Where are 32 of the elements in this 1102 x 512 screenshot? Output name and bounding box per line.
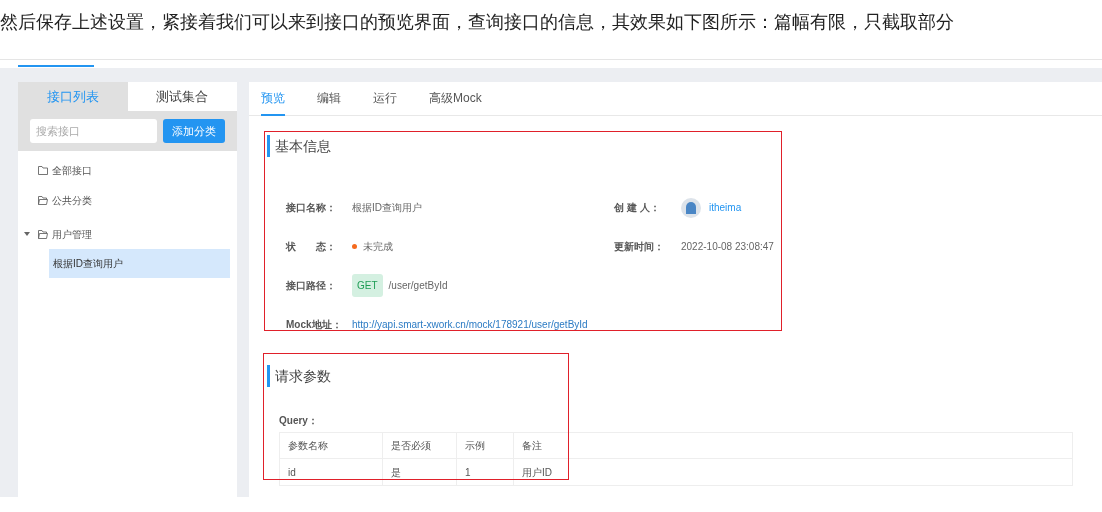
table-cell: 是 (383, 459, 457, 485)
column-header: 备注 (521, 439, 543, 453)
section-title: 基本信息 (275, 136, 331, 156)
tree-item[interactable]: 全部接口 (52, 162, 92, 178)
column-header: 示例 (457, 433, 514, 458)
tree-item[interactable]: 根据ID查询用户 (49, 249, 230, 278)
column-header: 参数名称 (280, 433, 383, 458)
tree-item[interactable]: 公共分类 (52, 192, 92, 208)
field-label: 接口名称： (286, 201, 337, 215)
tab[interactable]: 高级Mock (429, 82, 482, 116)
table-cell: id (280, 459, 383, 485)
field-label: 接口路径： (286, 279, 337, 293)
field-value: 2022-10-08 23:08:47 (681, 240, 774, 254)
query-label: Query： (279, 414, 318, 428)
section-title: 请求参数 (275, 366, 331, 386)
tree-item[interactable]: 用户管理 (52, 226, 92, 242)
field-value: 未完成 (363, 240, 393, 254)
table-cell: 1 (457, 459, 514, 485)
field-label: 创 建 人： (614, 201, 661, 215)
search-field[interactable]: 搜索接口 (30, 119, 157, 143)
column-header: 是否必须 (383, 433, 457, 458)
field-value: /user/getById (388, 279, 448, 293)
mock-url-link[interactable]: http://yapi.smart-xwork.cn/mock/178921/user/getById (352, 317, 588, 332)
field-label: Mock地址： (286, 318, 343, 332)
field-label: 更新时间： (614, 240, 665, 254)
field-value: 根据ID查询用户 (352, 201, 422, 215)
table-cell-text: 用户ID (521, 465, 553, 480)
tab[interactable]: 编辑 (317, 82, 341, 116)
method-tag: GET (352, 274, 383, 297)
field-label: 状 态： (286, 240, 337, 254)
tab[interactable]: 运行 (373, 82, 397, 116)
intro-text: 然后保存上述设置，紧接着我们可以来到接口的预览界面，查询接口的信息，其效果如下图所示：篇幅有限，只截取部分 (0, 12, 954, 32)
